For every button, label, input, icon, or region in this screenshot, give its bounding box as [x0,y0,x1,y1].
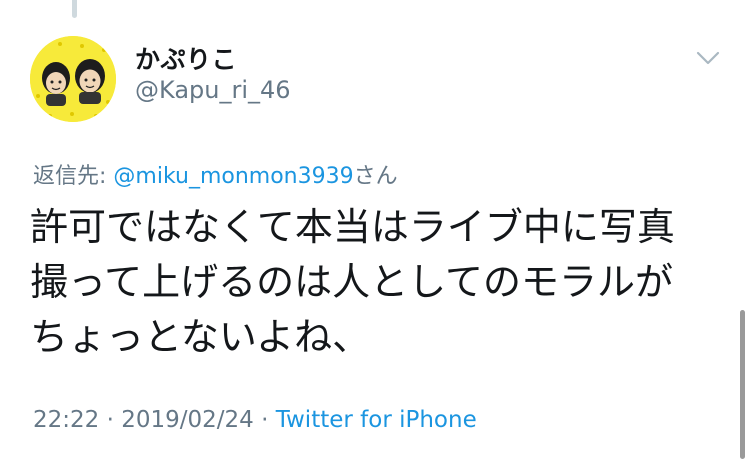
meta-separator: · [99,407,122,433]
chevron-down-icon[interactable] [692,46,724,70]
reply-suffix: さん [353,164,398,189]
tweet-meta: 22:22 · 2019/02/24 · Twitter for iPhone [33,407,477,433]
avatar-image [30,36,116,122]
tweet-text: 許可ではなくて本当はライブ中に写真 撮って上げるのは人としてのモラルが ちょっと… [30,205,675,359]
meta-separator: · [253,407,276,433]
reply-context: 返信先: @miku_monmon3939さん [33,158,398,190]
thread-connector-line [72,0,77,18]
reply-prefix: 返信先: [33,164,114,189]
tweet-date[interactable]: 2019/02/24 [121,407,254,433]
user-handle[interactable]: @Kapu_ri_46 [135,76,291,104]
scrollbar[interactable] [740,310,745,459]
display-name[interactable]: かぷりこ [135,40,237,76]
tweet-time[interactable]: 22:22 [33,407,99,433]
avatar[interactable] [30,36,116,122]
reply-mention-link[interactable]: @miku_monmon3939 [113,164,353,189]
tweet-source-link[interactable]: Twitter for iPhone [276,407,477,433]
